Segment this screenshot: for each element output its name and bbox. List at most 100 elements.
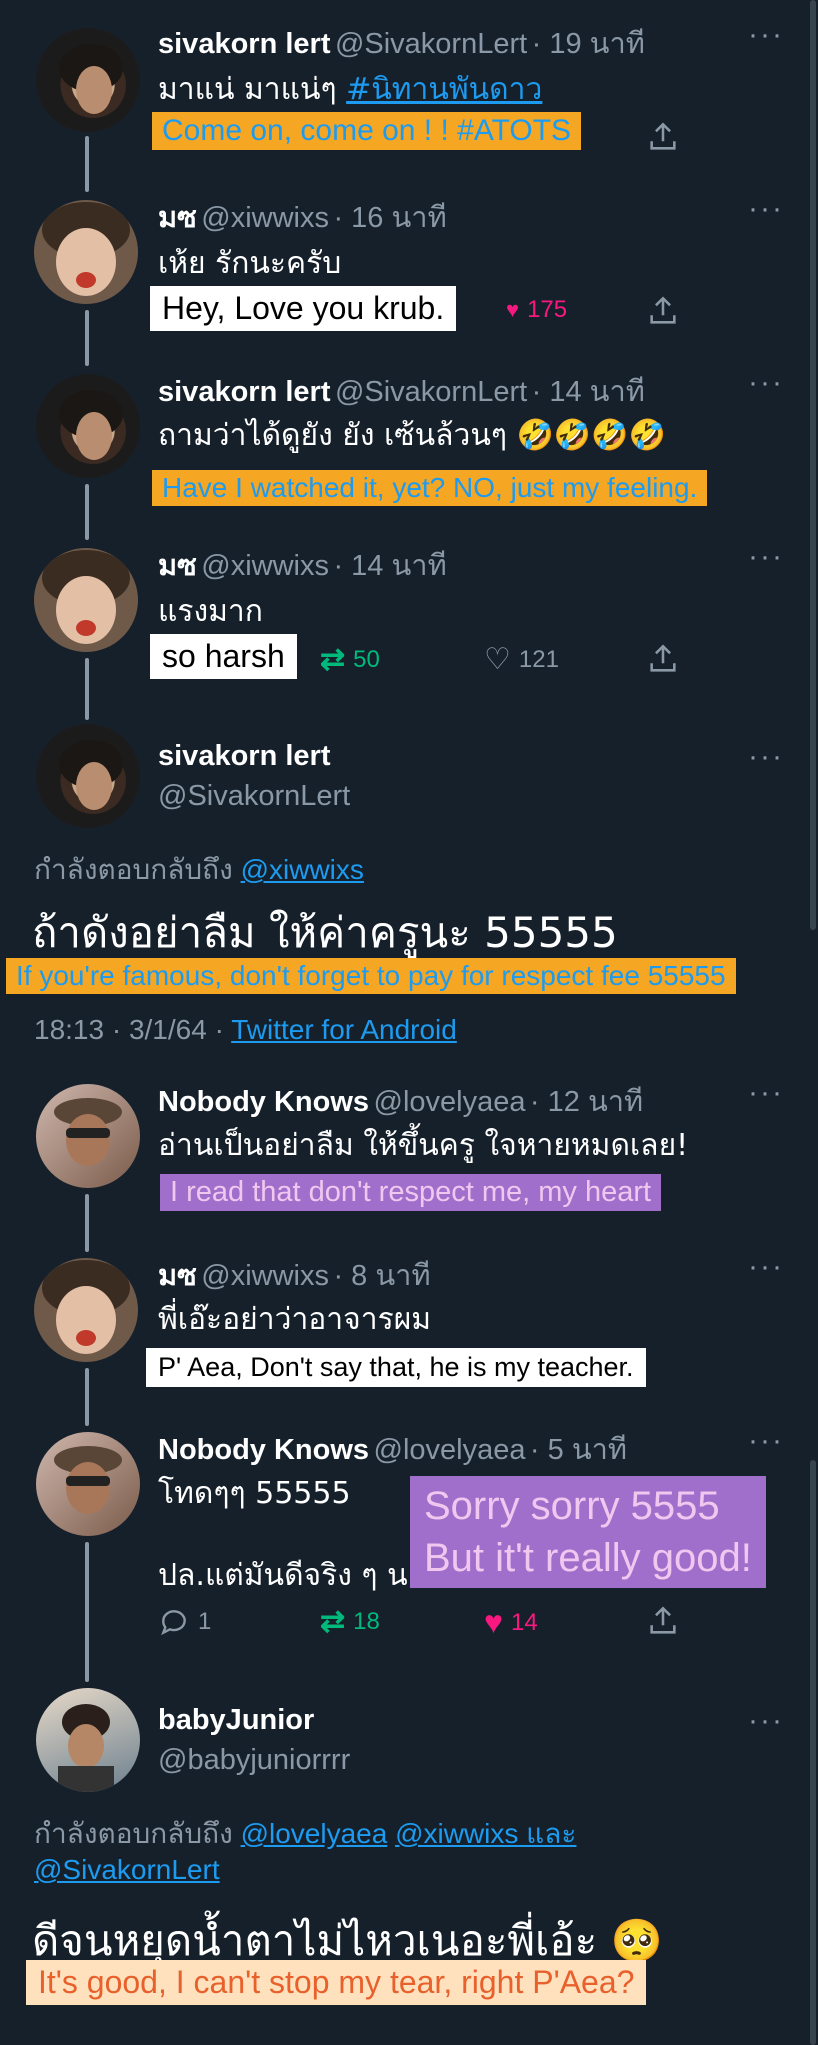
tweet-header: มซ @xiwwixs · 14 นาที — [158, 542, 447, 588]
retweet-count: 18 — [353, 1607, 380, 1635]
reply-button[interactable]: 1 — [158, 1606, 211, 1638]
author-name[interactable]: Nobody Knows — [158, 1086, 369, 1118]
avatar[interactable] — [34, 200, 138, 304]
author-handle[interactable]: @SivakornLert — [158, 780, 350, 813]
tweet-time[interactable]: · 14 นาที — [333, 550, 446, 582]
replying-to: กำลังตอบกลับถึง @lovelyaea @xiwwixs และ — [34, 1812, 576, 1856]
share-button[interactable] — [646, 120, 680, 154]
avatar[interactable] — [34, 1258, 138, 1362]
avatar[interactable] — [36, 1432, 140, 1536]
scrollbar-bottom[interactable] — [810, 1460, 816, 2045]
share-button[interactable] — [646, 1604, 680, 1638]
author-name[interactable]: sivakorn lert — [158, 376, 330, 408]
avatar-photo — [42, 550, 130, 644]
thread-line — [85, 484, 89, 540]
retweet-button[interactable]: ⇄ 50 — [320, 642, 380, 677]
tweet-time[interactable]: · 12 นาที — [530, 1086, 643, 1118]
subtitle-caption: Come on, come on ! ! #ATOTS — [152, 112, 582, 150]
tweet-text-body: มาแน่ มาแน่ๆ — [158, 72, 347, 107]
author-name[interactable]: มซ — [158, 202, 197, 234]
avatar-photo — [59, 740, 123, 810]
author-handle[interactable]: @xiwwixs — [201, 1260, 329, 1292]
author-handle[interactable]: @lovelyaea — [374, 1434, 526, 1466]
tweet-header: Nobody Knows @lovelyaea · 12 นาที — [158, 1078, 643, 1124]
more-menu-button[interactable]: ··· — [748, 740, 784, 774]
tweet-header: มซ @xiwwixs · 8 นาที — [158, 1252, 431, 1298]
like-button[interactable]: ♥ 175 — [506, 296, 567, 324]
tweet-header: มซ @xiwwixs · 16 นาที — [158, 194, 447, 240]
replying-prefix: กำลังตอบกลับถึง — [34, 1818, 241, 1849]
author-handle[interactable]: @xiwwixs — [201, 550, 329, 582]
tweet-header: sivakorn lert @SivakornLert · 14 นาที — [158, 368, 645, 414]
subtitle-caption: so harsh — [150, 634, 297, 679]
more-menu-button[interactable]: ··· — [748, 18, 784, 52]
thread-line — [85, 310, 89, 366]
avatar[interactable] — [34, 548, 138, 652]
share-icon — [650, 122, 676, 150]
avatar[interactable] — [36, 1688, 140, 1792]
retweet-icon: ⇄ — [320, 1605, 346, 1638]
avatar[interactable] — [36, 724, 140, 828]
like-count: 121 — [518, 645, 559, 673]
avatar[interactable] — [36, 374, 140, 478]
retweet-count: 50 — [353, 645, 380, 673]
tweet-time[interactable]: · 14 นาที — [532, 376, 645, 408]
more-menu-button[interactable]: ··· — [748, 540, 784, 574]
thread-line — [85, 1194, 89, 1252]
avatar-photo — [59, 44, 123, 114]
retweet-button[interactable]: ⇄ 18 — [320, 1604, 380, 1639]
like-button[interactable]: ♡ 121 — [484, 642, 559, 677]
author-handle[interactable]: @SivakornLert — [335, 28, 527, 60]
author-handle[interactable]: @lovelyaea — [374, 1086, 526, 1118]
like-button[interactable]: ♥ 14 — [484, 1604, 538, 1641]
more-menu-button[interactable]: ··· — [748, 192, 784, 226]
tweet-time[interactable]: · 16 นาที — [333, 202, 446, 234]
mention-link[interactable]: @xiwwixs — [241, 854, 364, 885]
author-name[interactable]: babyJunior — [158, 1704, 314, 1737]
author-name[interactable]: sivakorn lert — [158, 740, 330, 773]
mention-and: และ — [518, 1818, 577, 1849]
thread-line — [85, 1542, 89, 1682]
share-button[interactable] — [646, 294, 680, 328]
more-menu-button[interactable]: ··· — [748, 1250, 784, 1284]
reply-icon — [161, 1610, 186, 1636]
avatar-photo — [59, 390, 123, 460]
tweet-time[interactable]: · 5 นาที — [530, 1434, 627, 1466]
thread-line — [85, 658, 89, 720]
author-handle[interactable]: @SivakornLert — [335, 376, 527, 408]
subtitle-caption: Sorry sorry 5555 But it't really good! — [410, 1476, 766, 1588]
author-handle[interactable]: @babyjuniorrrr — [158, 1744, 350, 1777]
subtitle-line-1: Sorry sorry 5555 — [424, 1484, 720, 1528]
avatar-photo — [54, 1446, 122, 1514]
tweet-text: เห้ย รักนะครับ — [158, 246, 342, 281]
avatar[interactable] — [36, 28, 140, 132]
replying-to-line2: @SivakornLert — [34, 1854, 220, 1886]
share-icon — [650, 1606, 676, 1634]
avatar[interactable] — [36, 1084, 140, 1188]
share-button[interactable] — [646, 642, 680, 676]
more-menu-button[interactable]: ··· — [748, 366, 784, 400]
main-tweet-text: ถ้าดังอย่าลืม ให้ค่าครูนะ 55555 — [32, 908, 618, 957]
author-name[interactable]: มซ — [158, 1260, 197, 1292]
tweet-text: แรงมาก — [158, 594, 263, 629]
mention-link[interactable]: @xiwwixs — [395, 1818, 518, 1849]
scrollbar-top[interactable] — [810, 0, 816, 930]
more-menu-button[interactable]: ··· — [748, 1704, 784, 1738]
timestamp-text: 18:13 · 3/1/64 · — [34, 1014, 232, 1045]
tweet-text: โทดๆๆ 55555 — [158, 1476, 351, 1511]
more-menu-button[interactable]: ··· — [748, 1076, 784, 1110]
mention-link[interactable]: @SivakornLert — [34, 1854, 220, 1885]
author-name[interactable]: sivakorn lert — [158, 28, 330, 60]
mention-link[interactable]: @lovelyaea — [241, 1818, 388, 1849]
more-menu-button[interactable]: ··· — [748, 1424, 784, 1458]
author-name[interactable]: มซ — [158, 550, 197, 582]
author-name[interactable]: Nobody Knows — [158, 1434, 369, 1466]
avatar-photo — [42, 202, 130, 296]
hashtag-link[interactable]: #นิทานพันดาว — [346, 72, 542, 107]
author-handle[interactable]: @xiwwixs — [201, 202, 329, 234]
tweet-time[interactable]: · 19 นาที — [532, 28, 645, 60]
subtitle-caption: I read that don't respect me, my heart — [160, 1174, 662, 1211]
replying-prefix: กำลังตอบกลับถึง — [34, 854, 241, 885]
client-link[interactable]: Twitter for Android — [231, 1014, 457, 1045]
tweet-time[interactable]: · 8 นาที — [333, 1260, 430, 1292]
